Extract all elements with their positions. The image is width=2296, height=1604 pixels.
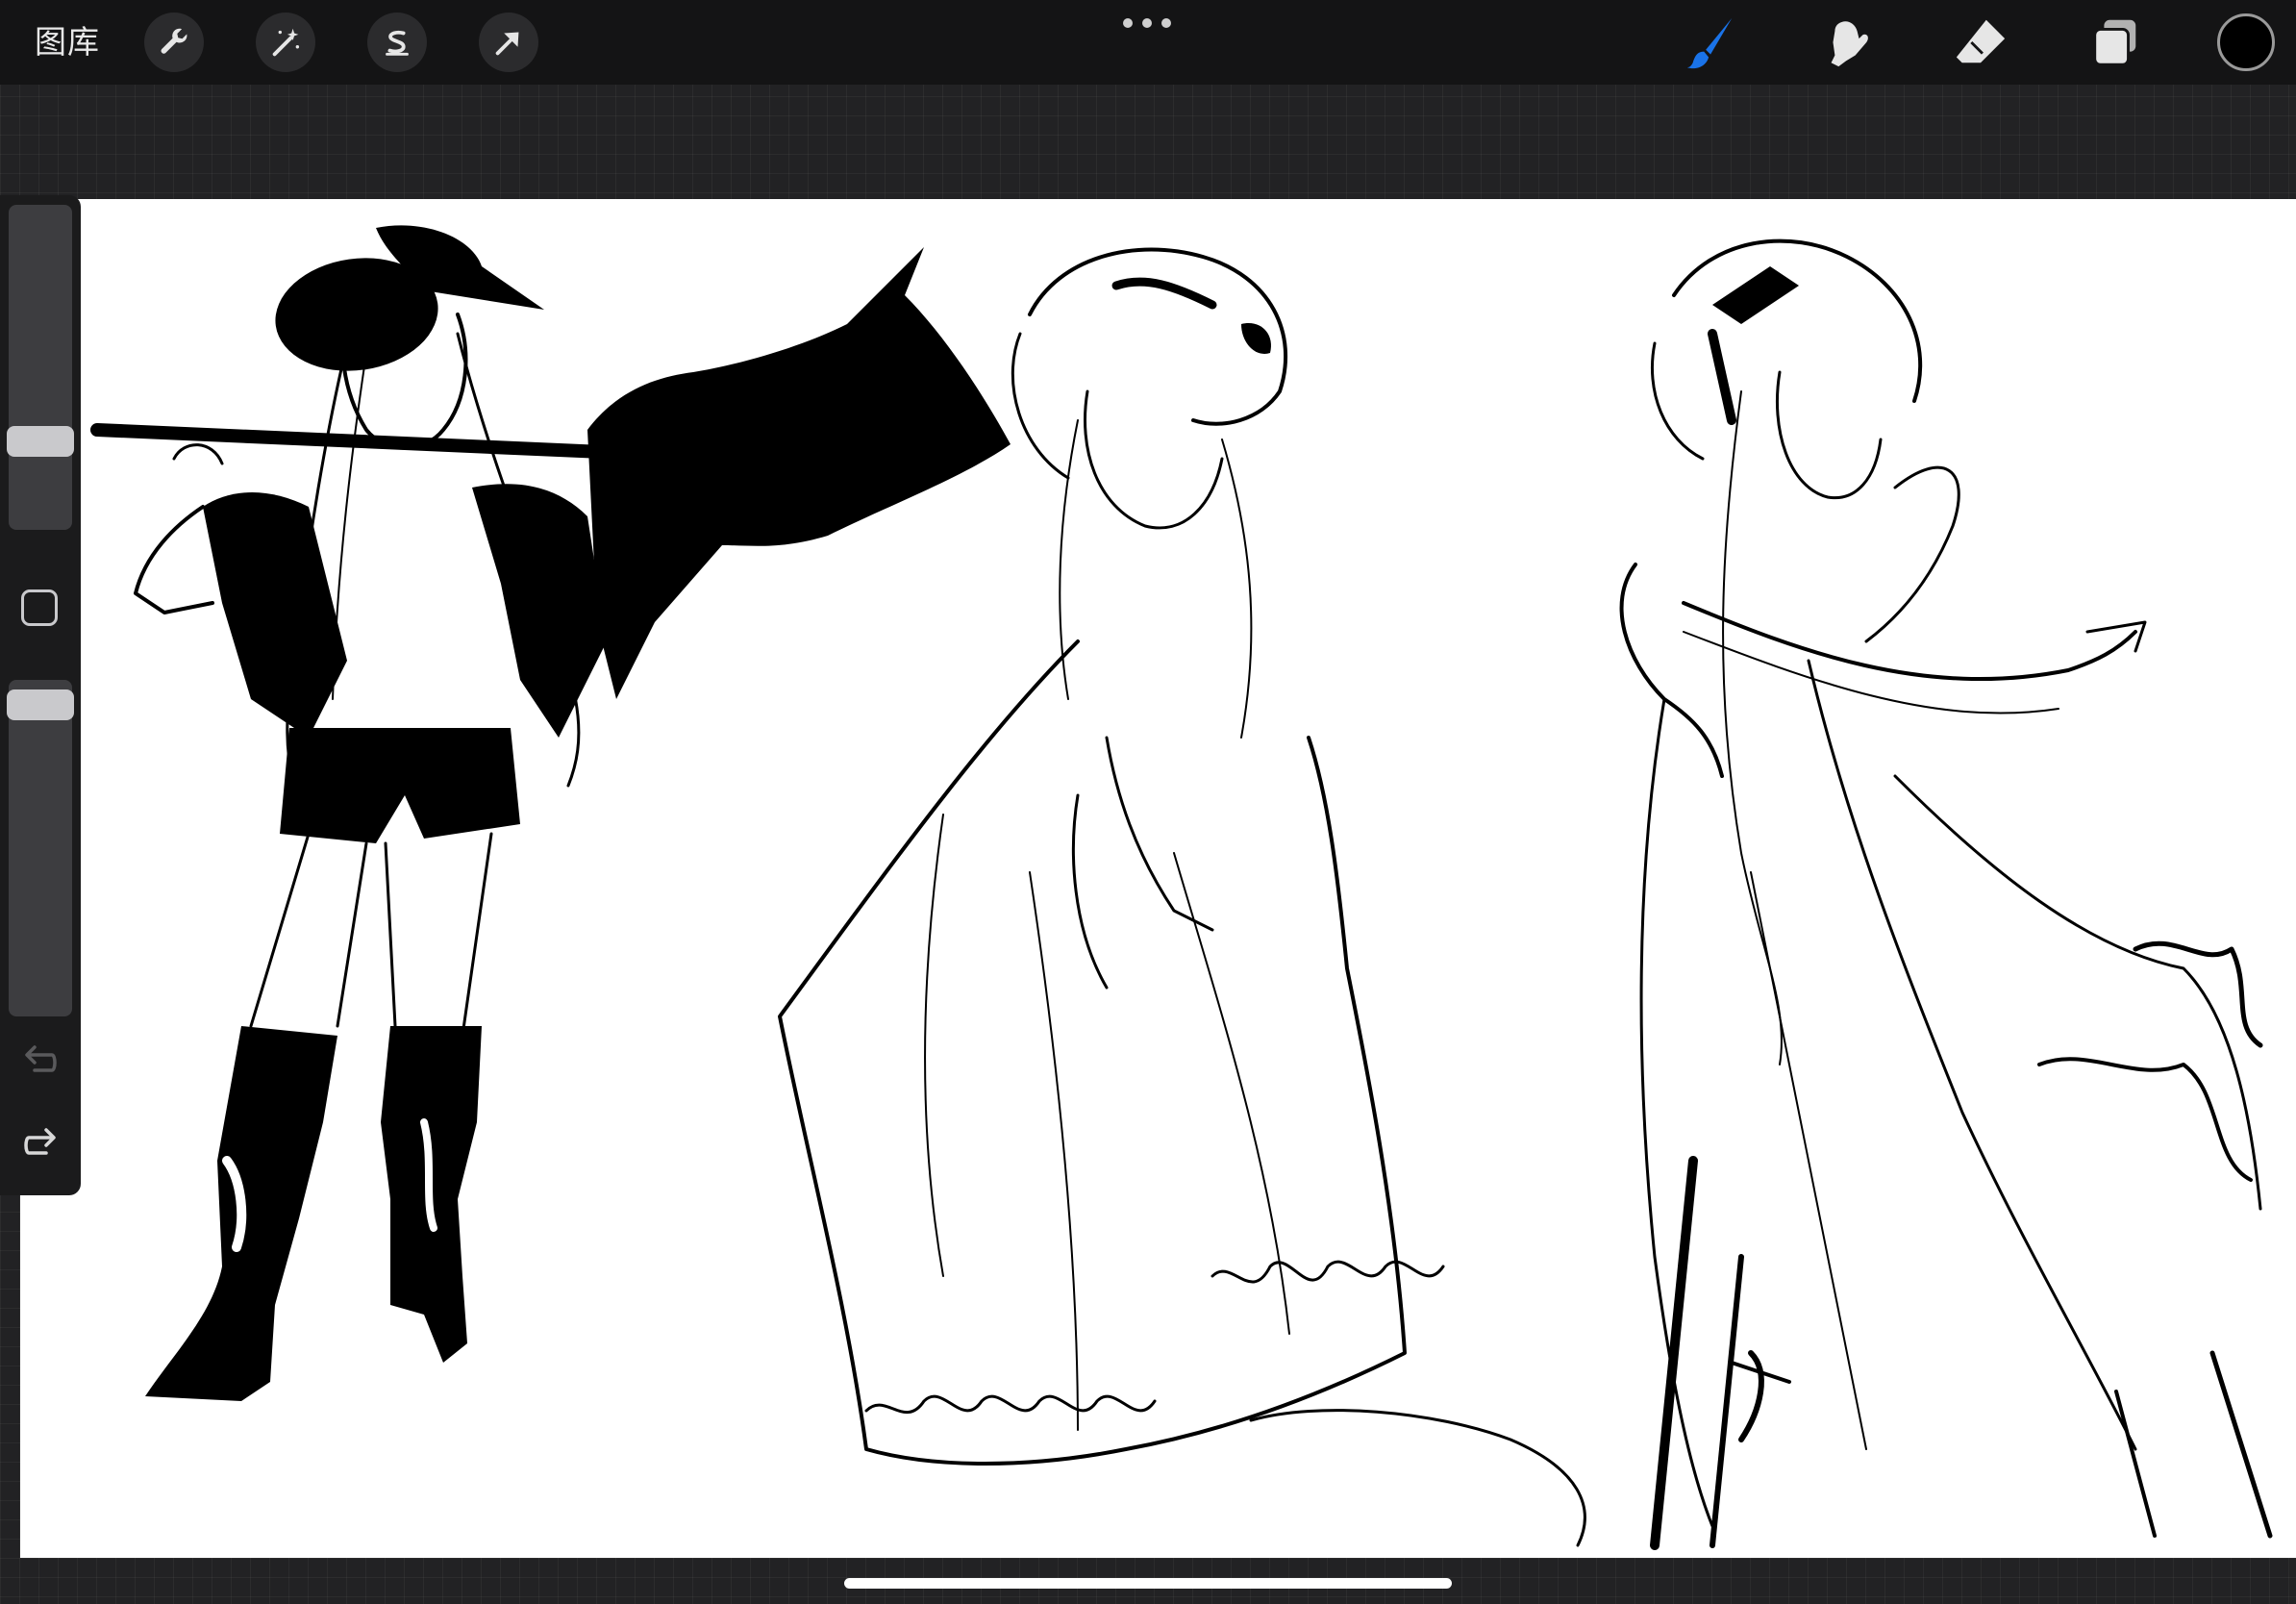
smudge-tool-button[interactable] xyxy=(1817,13,1875,71)
drawing-canvas[interactable] xyxy=(20,199,2296,1558)
adjustments-button[interactable] xyxy=(256,13,315,72)
transform-button[interactable] xyxy=(479,13,538,72)
actions-button[interactable] xyxy=(144,13,204,72)
sketch-artwork xyxy=(90,225,2273,1550)
brush-icon xyxy=(1686,17,1733,69)
arrow-cursor-icon xyxy=(495,32,519,56)
eraser-icon xyxy=(1956,19,2006,63)
color-picker-button[interactable] xyxy=(2217,13,2275,71)
top-toolbar: 图库 xyxy=(0,0,2296,85)
left-sidebar xyxy=(0,195,81,1195)
redo-icon xyxy=(24,1128,56,1155)
layers-tool-button[interactable] xyxy=(2086,13,2144,71)
opacity-thumb[interactable] xyxy=(7,689,74,720)
square-modify-icon[interactable] xyxy=(21,589,58,626)
undo-icon xyxy=(25,1045,57,1072)
brush-size-slider[interactable] xyxy=(7,205,74,530)
home-indicator[interactable] xyxy=(844,1578,1452,1589)
redo-button[interactable] xyxy=(19,1124,62,1166)
selection-button[interactable] xyxy=(367,13,427,72)
undo-button[interactable] xyxy=(19,1041,62,1084)
brush-size-thumb[interactable] xyxy=(7,425,74,457)
magic-wand-icon xyxy=(272,28,300,57)
selection-s-icon xyxy=(386,30,409,56)
brush-tool-button[interactable] xyxy=(1683,13,1740,71)
opacity-slider[interactable] xyxy=(7,680,74,1016)
smudge-icon xyxy=(1831,21,1868,67)
eraser-tool-button[interactable] xyxy=(1952,13,2009,71)
gallery-button[interactable]: 图库 xyxy=(35,19,100,65)
more-dots-icon[interactable] xyxy=(1123,13,1171,33)
wrench-icon xyxy=(161,28,187,54)
layers-icon xyxy=(2093,19,2136,66)
